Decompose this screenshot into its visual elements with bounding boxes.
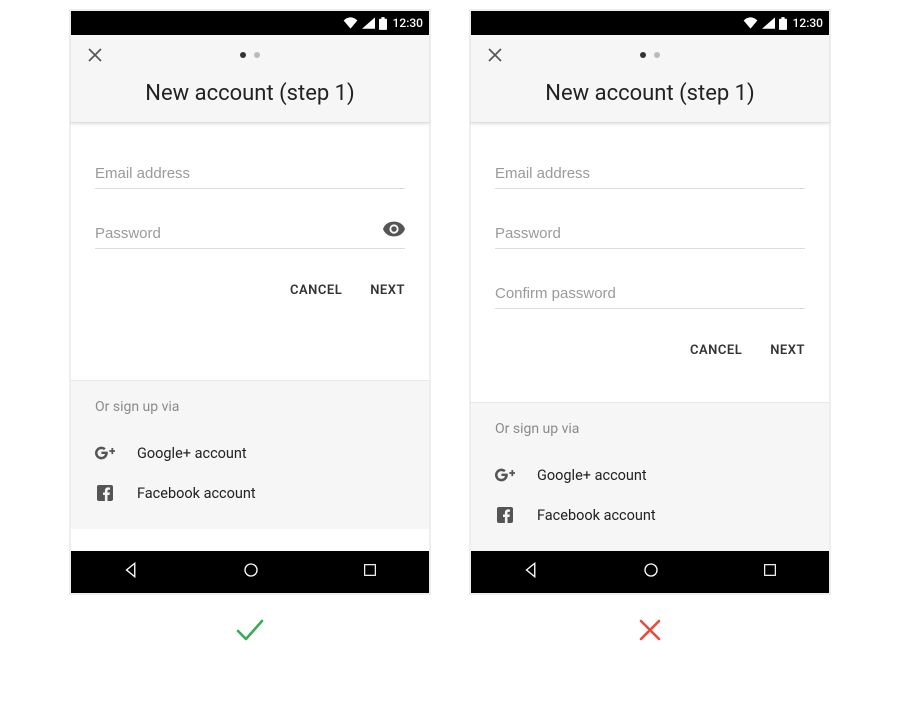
next-button[interactable]: NEXT — [370, 283, 405, 298]
app-bar: New account (step 1) — [71, 35, 429, 123]
pager-dots — [240, 52, 260, 58]
pager-dot-2 — [254, 52, 260, 58]
page-title: New account (step 1) — [71, 81, 429, 106]
facebook-signup-label: Facebook account — [137, 485, 256, 502]
alt-signup: Or sign up via Google+ account Facebook … — [71, 380, 429, 529]
email-field[interactable] — [95, 159, 405, 189]
facebook-icon — [95, 483, 115, 503]
pager-dot-1 — [240, 52, 246, 58]
form-actions: CANCEL NEXT — [95, 279, 405, 308]
phone-dont: 12:30 New account (step 1) — [470, 10, 830, 594]
status-time: 12:30 — [393, 16, 423, 30]
nav-back-button[interactable] — [122, 561, 140, 583]
wifi-icon — [343, 17, 358, 29]
cell-signal-icon — [762, 17, 775, 29]
email-field[interactable] — [495, 159, 805, 189]
email-field-wrap — [95, 159, 405, 189]
facebook-icon — [495, 505, 515, 525]
page-title: New account (step 1) — [471, 81, 829, 106]
google-signup-label: Google+ account — [137, 445, 247, 462]
close-button[interactable] — [483, 43, 507, 67]
alt-signup: Or sign up via Google+ account Facebook … — [471, 402, 829, 551]
cancel-button[interactable]: CANCEL — [290, 283, 342, 298]
facebook-signup-row[interactable]: Facebook account — [495, 495, 805, 535]
password-field-wrap — [95, 219, 405, 249]
password-field-wrap — [495, 219, 805, 249]
square-recent-icon — [362, 562, 378, 578]
confirm-password-field[interactable] — [495, 279, 805, 309]
circle-home-icon — [642, 561, 660, 579]
nav-home-button[interactable] — [242, 561, 260, 583]
next-button[interactable]: NEXT — [770, 343, 805, 358]
password-field[interactable] — [95, 219, 405, 249]
email-field-wrap — [495, 159, 805, 189]
circle-home-icon — [242, 561, 260, 579]
status-time: 12:30 — [793, 16, 823, 30]
pager-dots — [640, 52, 660, 58]
wifi-icon — [743, 17, 758, 29]
square-recent-icon — [762, 562, 778, 578]
check-icon — [235, 618, 265, 642]
password-field[interactable] — [495, 219, 805, 249]
cell-signal-icon — [362, 17, 375, 29]
signup-form: CANCEL NEXT — [471, 123, 829, 380]
status-bar: 12:30 — [471, 11, 829, 35]
triangle-back-icon — [522, 561, 540, 579]
form-actions: CANCEL NEXT — [495, 339, 805, 368]
pager-dot-1 — [640, 52, 646, 58]
spacer — [471, 380, 829, 402]
signup-form: CANCEL NEXT — [71, 123, 429, 320]
google-signup-label: Google+ account — [537, 467, 647, 484]
nav-bar — [471, 551, 829, 593]
verdict-dont — [470, 618, 830, 642]
close-icon — [86, 46, 104, 64]
battery-icon — [379, 17, 387, 30]
show-password-button[interactable] — [383, 221, 405, 241]
verdict-do — [70, 618, 430, 642]
cross-icon — [638, 618, 662, 642]
nav-recent-button[interactable] — [762, 562, 778, 582]
pager-dot-2 — [654, 52, 660, 58]
facebook-signup-label: Facebook account — [537, 507, 656, 524]
eye-icon — [383, 221, 405, 237]
confirm-password-field-wrap — [495, 279, 805, 309]
close-button[interactable] — [83, 43, 107, 67]
battery-icon — [779, 17, 787, 30]
phone-do: 12:30 New account (step 1) — [70, 10, 430, 594]
triangle-back-icon — [122, 561, 140, 579]
google-signup-row[interactable]: Google+ account — [95, 433, 405, 473]
google-plus-icon — [495, 465, 515, 485]
nav-back-button[interactable] — [522, 561, 540, 583]
cancel-button[interactable]: CANCEL — [690, 343, 742, 358]
nav-bar — [71, 551, 429, 593]
close-icon — [486, 46, 504, 64]
app-bar: New account (step 1) — [471, 35, 829, 123]
facebook-signup-row[interactable]: Facebook account — [95, 473, 405, 513]
alt-signup-title: Or sign up via — [495, 421, 805, 437]
nav-recent-button[interactable] — [362, 562, 378, 582]
google-signup-row[interactable]: Google+ account — [495, 455, 805, 495]
spacer — [71, 320, 429, 380]
nav-home-button[interactable] — [642, 561, 660, 583]
alt-signup-title: Or sign up via — [95, 399, 405, 415]
status-bar: 12:30 — [71, 11, 429, 35]
google-plus-icon — [95, 443, 115, 463]
